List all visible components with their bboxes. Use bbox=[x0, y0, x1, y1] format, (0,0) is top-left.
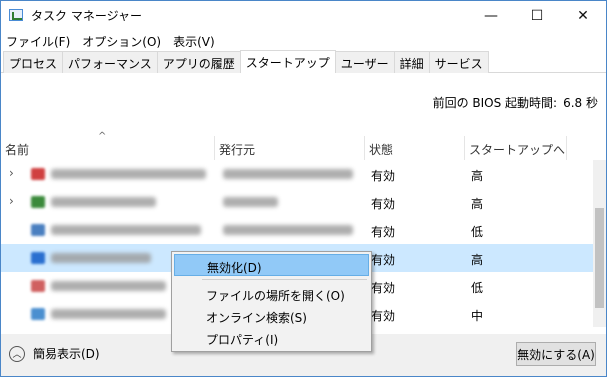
context-menu-properties[interactable]: プロパティ(I) bbox=[174, 327, 369, 349]
column-header: 名前 発行元 状態 スタートアップへ... bbox=[1, 136, 606, 160]
maximize-icon: ☐ bbox=[530, 7, 544, 24]
column-publisher[interactable]: 発行元 bbox=[215, 136, 365, 160]
context-menu-search-online[interactable]: オンライン検索(S) bbox=[174, 305, 369, 327]
row-impact: 中 bbox=[471, 309, 484, 323]
app-icon bbox=[31, 280, 45, 292]
row-status: 有効 bbox=[371, 253, 396, 267]
tab-users[interactable]: ユーザー bbox=[334, 51, 395, 73]
fewer-details-toggle[interactable]: ︿ 簡易表示(D) bbox=[9, 345, 100, 362]
tab-services[interactable]: サービス bbox=[428, 51, 489, 73]
row-status: 有効 bbox=[371, 169, 396, 183]
collapse-chevron-icon: ︿ bbox=[9, 345, 25, 362]
fewer-details-label: 簡易表示(D) bbox=[33, 347, 100, 361]
publisher-redacted bbox=[223, 169, 353, 179]
expand-chevron-icon[interactable]: › bbox=[9, 166, 14, 180]
app-icon bbox=[31, 196, 45, 208]
tab-performance[interactable]: パフォーマンス bbox=[62, 51, 158, 73]
context-menu-open-file-location[interactable]: ファイルの場所を開く(O) bbox=[174, 283, 369, 305]
close-icon: ✕ bbox=[577, 7, 589, 24]
task-manager-window: タスク マネージャー — ☐ ✕ ファイル(F) オプション(O) 表示(V) … bbox=[0, 0, 607, 377]
column-status[interactable]: 状態 bbox=[365, 136, 465, 160]
tab-app-history[interactable]: アプリの履歴 bbox=[156, 51, 241, 73]
context-menu-separator bbox=[202, 279, 367, 280]
title-bar[interactable]: タスク マネージャー — ☐ ✕ bbox=[1, 1, 606, 30]
window-title: タスク マネージャー bbox=[31, 9, 142, 23]
minimize-icon: — bbox=[484, 7, 498, 24]
tab-processes[interactable]: プロセス bbox=[3, 51, 64, 73]
app-icon bbox=[31, 168, 45, 180]
tab-details[interactable]: 詳細 bbox=[393, 51, 430, 73]
table-row[interactable]: › 有効 高 bbox=[1, 188, 593, 216]
publisher-redacted bbox=[223, 225, 353, 235]
menu-view[interactable]: 表示(V) bbox=[168, 30, 222, 50]
app-name-redacted bbox=[51, 253, 151, 263]
expand-chevron-icon[interactable]: › bbox=[9, 194, 14, 208]
menu-options[interactable]: オプション(O) bbox=[77, 30, 168, 50]
row-impact: 高 bbox=[471, 253, 484, 267]
vertical-scrollbar[interactable] bbox=[593, 160, 606, 327]
tab-startup[interactable]: スタートアップ bbox=[239, 50, 336, 73]
app-icon bbox=[31, 252, 45, 264]
column-name[interactable]: 名前 bbox=[1, 136, 215, 160]
app-name-redacted bbox=[51, 281, 166, 291]
tab-strip: プロセス パフォーマンス アプリの履歴 スタートアップ ユーザー 詳細 サービス bbox=[1, 50, 606, 73]
table-row[interactable]: 有効 低 bbox=[1, 216, 593, 244]
task-manager-icon bbox=[9, 9, 23, 21]
column-startup-impact[interactable]: スタートアップへ... bbox=[465, 136, 567, 160]
bios-time-value: 6.8 秒 bbox=[563, 96, 598, 110]
close-button[interactable]: ✕ bbox=[560, 1, 606, 30]
app-name-redacted bbox=[51, 309, 166, 319]
bios-time-label: 前回の BIOS 起動時間: bbox=[432, 96, 558, 110]
menu-bar: ファイル(F) オプション(O) 表示(V) bbox=[1, 30, 606, 50]
menu-file[interactable]: ファイル(F) bbox=[1, 30, 77, 50]
row-status: 有効 bbox=[371, 197, 396, 211]
app-name-redacted bbox=[51, 169, 206, 179]
row-impact: 高 bbox=[471, 169, 484, 183]
row-impact: 高 bbox=[471, 197, 484, 211]
table-row[interactable]: › 有効 高 bbox=[1, 160, 593, 188]
maximize-button[interactable]: ☐ bbox=[514, 1, 560, 30]
bios-time: 前回の BIOS 起動時間: 6.8 秒 bbox=[433, 94, 598, 111]
row-impact: 低 bbox=[471, 225, 484, 239]
scrollbar-thumb[interactable] bbox=[595, 208, 604, 308]
app-icon bbox=[31, 308, 45, 320]
app-name-redacted bbox=[51, 225, 201, 235]
publisher-redacted bbox=[223, 197, 278, 207]
row-status: 有効 bbox=[371, 309, 396, 323]
minimize-button[interactable]: — bbox=[468, 1, 514, 30]
app-icon bbox=[31, 224, 45, 236]
app-name-redacted bbox=[51, 197, 156, 207]
row-status: 有効 bbox=[371, 225, 396, 239]
disable-button[interactable]: 無効にする(A) bbox=[516, 342, 596, 366]
row-impact: 低 bbox=[471, 281, 484, 295]
context-menu-disable[interactable]: 無効化(D) bbox=[174, 254, 369, 276]
context-menu: 無効化(D) ファイルの場所を開く(O) オンライン検索(S) プロパティ(I) bbox=[171, 251, 372, 352]
row-status: 有効 bbox=[371, 281, 396, 295]
